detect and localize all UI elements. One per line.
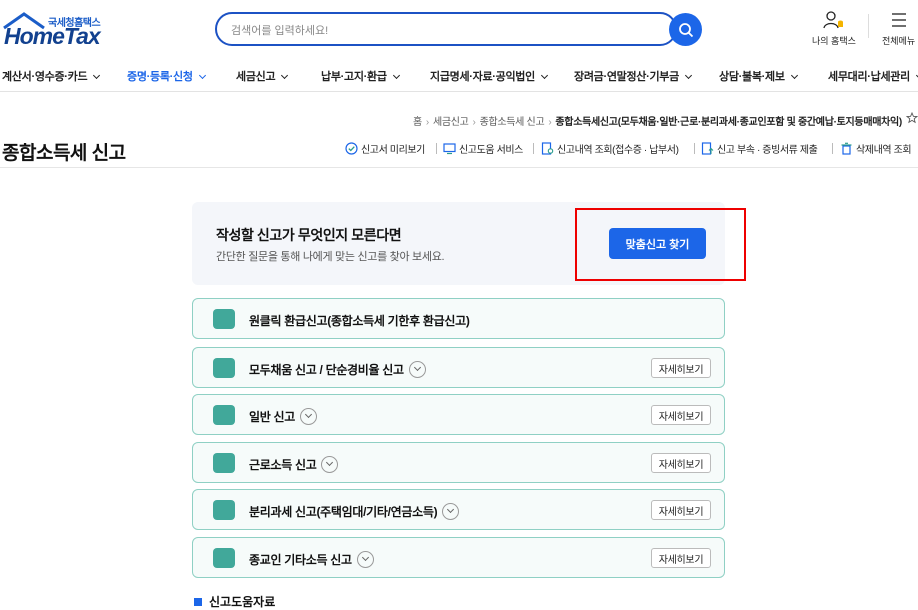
trash-icon <box>841 142 852 155</box>
chevron-down-icon <box>93 71 101 80</box>
nav-incentives[interactable]: 장려금·연말정산·기부금 <box>574 68 692 84</box>
hometax-logo[interactable]: 국세청홈택스 HomeTax <box>2 10 102 50</box>
document-icon <box>213 500 235 520</box>
nav-consulting[interactable]: 상담·불복·제보 <box>719 68 798 84</box>
search-input[interactable]: 검색어를 입력하세요! <box>231 22 328 38</box>
chevron-down-circle-icon[interactable] <box>442 503 460 521</box>
page-title: 종합소득세 신고 <box>2 143 126 164</box>
breadcrumb-tax-return[interactable]: 세금신고 <box>433 117 469 128</box>
nav-tax-return[interactable]: 세금신고 <box>236 68 289 84</box>
document-icon <box>213 405 235 425</box>
quick-help-service-label: 신고도움 서비스 <box>459 145 523 156</box>
search-icon <box>678 22 693 37</box>
quick-deleted-label: 삭제내역 조회 <box>856 145 912 156</box>
nav-tax-agent[interactable]: 세무대리·납세관리 <box>828 68 918 84</box>
item-separate-taxation[interactable]: 분리과세 신고(주택임대/기타/연금소득) 자세히보기 <box>192 489 725 530</box>
main-nav: 계산서·영수증·카드 증명·등록·신청 세금신고 납부·고지·환급 지급명세·자… <box>0 58 918 92</box>
detail-button[interactable]: 자세히보기 <box>651 358 711 378</box>
nav-certificate[interactable]: 증명·등록·신청 <box>127 68 206 84</box>
item-oneclick-refund[interactable]: 원클릭 환급신고(종합소득세 기한후 환급신고) <box>192 298 725 339</box>
logo-text: HomeTax <box>4 23 101 49</box>
item-label: 근로소득 신고 <box>249 456 339 474</box>
breadcrumb-current: 종합소득세신고(모두채움·일반·근로·분리과세·종교인포함 및 중간예납·토지등… <box>555 117 902 128</box>
chevron-down-icon <box>540 71 548 80</box>
item-label: 일반 신고 <box>249 408 317 426</box>
quick-history[interactable]: 신고내역 조회(접수증 · 납부서) <box>541 141 679 156</box>
detail-button[interactable]: 자세히보기 <box>651 405 711 425</box>
chevron-down-icon <box>684 71 692 80</box>
help-materials-heading: 신고도움자료 <box>194 593 275 610</box>
document-icon <box>213 309 235 329</box>
item-earned-income-return[interactable]: 근로소득 신고 자세히보기 <box>192 442 725 483</box>
monitor-icon <box>443 143 456 155</box>
breadcrumb: 홈 › 세금신고 › 종합소득세 신고 › 종합소득세신고(모두채움·일반·근로·분리과세·… <box>413 117 902 128</box>
nav-statements[interactable]: 지급명세·자료·공익법인 <box>430 68 548 84</box>
quick-attach-docs[interactable]: 신고 부속 · 증빙서류 제출 <box>701 141 818 156</box>
all-menu-label: 전체메뉴 <box>882 36 916 46</box>
quick-help-service[interactable]: 신고도움 서비스 <box>443 141 523 156</box>
search-box[interactable]: 검색어를 입력하세요! <box>215 12 677 46</box>
item-label: 분리과세 신고(주택임대/기타/연금소득) <box>249 503 460 521</box>
hamburger-icon <box>891 13 906 27</box>
square-bullet-icon <box>194 598 202 606</box>
item-religious-income[interactable]: 종교인 기타소득 신고 자세히보기 <box>192 537 725 578</box>
chevron-down-circle-icon[interactable] <box>356 551 374 569</box>
nav-invoice[interactable]: 계산서·영수증·카드 <box>2 68 101 84</box>
item-prefilled-return[interactable]: 모두채움 신고 / 단순경비율 신고 자세히보기 <box>192 347 725 388</box>
quick-history-label: 신고내역 조회(접수증 · 납부서) <box>557 145 679 156</box>
detail-button[interactable]: 자세히보기 <box>651 500 711 520</box>
quick-deleted[interactable]: 삭제내역 조회 <box>840 141 912 156</box>
chevron-down-icon <box>281 71 289 80</box>
document-search-icon <box>541 142 554 155</box>
quick-preview-label: 신고서 미리보기 <box>361 145 425 156</box>
title-divider <box>0 167 918 168</box>
favorite-star-icon[interactable] <box>906 112 918 124</box>
search-button[interactable] <box>669 13 702 46</box>
item-general-return[interactable]: 일반 신고 자세히보기 <box>192 394 725 435</box>
item-label: 모두채움 신고 / 단순경비율 신고 <box>249 361 426 379</box>
chevron-down-circle-icon[interactable] <box>408 361 426 379</box>
detail-button[interactable]: 자세히보기 <box>651 453 711 473</box>
chevron-down-icon <box>392 71 400 80</box>
chevron-down-icon <box>790 71 798 80</box>
check-circle-icon <box>345 142 358 155</box>
document-icon <box>213 453 235 473</box>
all-menu-button[interactable]: 전체메뉴 <box>882 10 915 47</box>
my-hometax-label: 나의 홈택스 <box>812 36 856 46</box>
item-label: 원클릭 환급신고(종합소득세 기한후 환급신고) <box>249 314 470 328</box>
detail-button[interactable]: 자세히보기 <box>651 548 711 568</box>
util-divider <box>868 14 869 38</box>
chevron-down-circle-icon[interactable] <box>300 408 317 426</box>
item-label: 종교인 기타소득 신고 <box>249 551 374 569</box>
quick-attach-docs-label: 신고 부속 · 증빙서류 제출 <box>717 145 818 156</box>
header: 국세청홈택스 HomeTax 검색어를 입력하세요! 나의 홈택스 전체메뉴 <box>0 0 918 58</box>
chevron-down-circle-icon[interactable] <box>321 456 339 474</box>
guide-text: 간단한 질문을 통해 나에게 맞는 신고를 찾아 보세요. <box>216 251 445 263</box>
highlight-box <box>575 208 746 281</box>
document-icon <box>213 358 235 378</box>
chevron-down-icon <box>198 71 206 80</box>
quick-preview[interactable]: 신고서 미리보기 <box>345 141 425 156</box>
my-hometax-link[interactable]: 나의 홈택스 <box>812 10 856 47</box>
guide-heading: 작성할 신고가 무엇인지 모른다면 <box>216 227 402 243</box>
breadcrumb-income-tax[interactable]: 종합소득세 신고 <box>480 117 545 128</box>
document-upload-icon <box>701 142 714 155</box>
document-icon <box>213 548 235 568</box>
nav-payment[interactable]: 납부·고지·환급 <box>321 68 400 84</box>
user-bell-icon <box>823 11 843 29</box>
breadcrumb-home[interactable]: 홈 <box>413 117 422 128</box>
